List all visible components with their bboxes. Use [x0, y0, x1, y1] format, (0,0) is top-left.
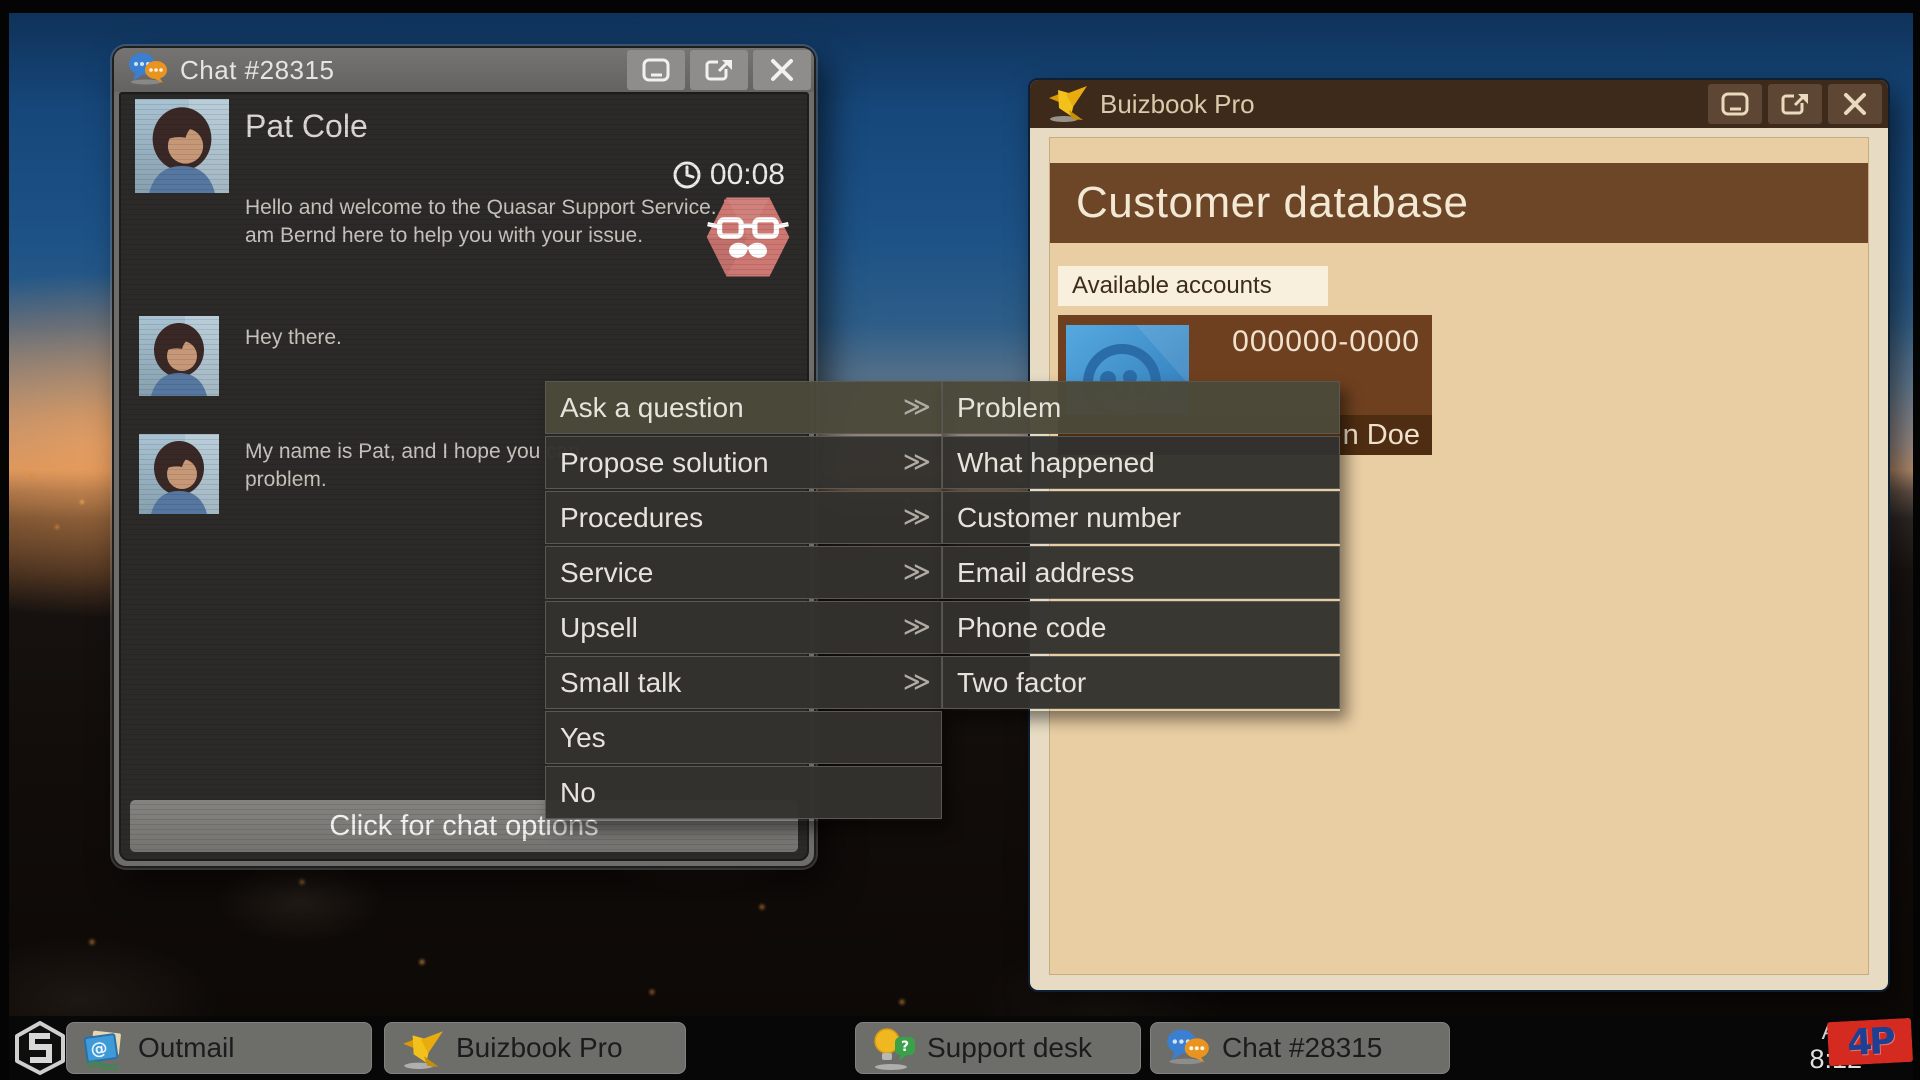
minimize-button[interactable]: [1708, 84, 1762, 124]
submenu-chevron-icon: ≫: [902, 665, 931, 696]
chat-timer: 00:08: [672, 158, 785, 192]
menu-item-service[interactable]: Service ≫: [545, 546, 942, 599]
submenu-item-email-address[interactable]: Email address: [942, 546, 1340, 599]
available-accounts-label: Available accounts: [1058, 266, 1328, 306]
submenu-item-phone-code[interactable]: Phone code: [942, 601, 1340, 654]
taskbar-item-outmail[interactable]: @ Outmail: [66, 1022, 372, 1074]
desktop: Buizbook Pro Customer database Available…: [0, 0, 1920, 1080]
submenu-item-two-factor[interactable]: Two factor: [942, 656, 1340, 709]
start-logo[interactable]: [14, 1021, 66, 1075]
contact-name: Pat Cole: [245, 108, 368, 144]
close-button[interactable]: [753, 50, 811, 90]
agent-message: Hello and welcome to the Quasar Support …: [245, 196, 729, 248]
watermark-logo: 4P: [1826, 1017, 1914, 1067]
customer-avatar: [139, 434, 219, 514]
customer-avatar: [135, 99, 229, 193]
customer-avatar: [139, 316, 219, 396]
submenu-chevron-icon: ≫: [902, 610, 931, 641]
taskbar-item-chat[interactable]: Chat #28315: [1150, 1022, 1450, 1074]
submenu-item-what-happened[interactable]: What happened: [942, 436, 1340, 489]
chat-bubbles-icon: [128, 51, 168, 90]
submenu-chevron-icon: ≫: [902, 445, 931, 476]
taskbar: @ Outmail Buizbook Pro ? Support desk Ch…: [0, 1016, 1920, 1080]
menu-item-ask-a-question[interactable]: Ask a question ≫: [545, 381, 942, 434]
customer-database-header: Customer database: [1050, 163, 1868, 243]
close-button[interactable]: [1828, 84, 1882, 124]
minimize-button[interactable]: [627, 50, 685, 90]
chat-bubbles-icon: [1166, 1026, 1210, 1070]
svg-text:@: @: [89, 1038, 109, 1060]
bird-icon: [400, 1026, 444, 1070]
submenu-item-customer-number[interactable]: Customer number: [942, 491, 1340, 544]
menu-item-propose-solution[interactable]: Propose solution ≫: [545, 436, 942, 489]
clock-icon: [673, 161, 701, 189]
ask-a-question-submenu: Problem What happened Customer number Em…: [942, 381, 1340, 711]
buizbook-window-title: Buizbook Pro: [1100, 88, 1255, 119]
menu-item-procedures[interactable]: Procedures ≫: [545, 491, 942, 544]
buizbook-titlebar[interactable]: Buizbook Pro: [1030, 80, 1888, 128]
svg-text:?: ?: [901, 1039, 909, 1055]
town-lights-decor: [0, 0, 4, 4]
customer-message: Hey there.: [245, 326, 342, 349]
chat-options-menu: Ask a question ≫ Propose solution ≫ Proc…: [545, 381, 942, 821]
account-number: 000000-0000: [1232, 325, 1420, 358]
submenu-chevron-icon: ≫: [902, 555, 931, 586]
timer-value: 00:08: [709, 158, 785, 191]
taskbar-item-support-desk[interactable]: ? Support desk: [855, 1022, 1141, 1074]
chat-titlebar[interactable]: Chat #28315: [114, 48, 814, 92]
popout-button[interactable]: [1768, 84, 1822, 124]
submenu-item-problem[interactable]: Problem: [942, 381, 1340, 434]
chat-window-title: Chat #28315: [180, 54, 335, 85]
menu-item-yes[interactable]: Yes: [545, 711, 942, 764]
submenu-chevron-icon: ≫: [902, 390, 931, 421]
bird-icon: [1046, 82, 1088, 127]
mail-icon: @: [82, 1026, 126, 1070]
taskbar-item-buizbook-pro[interactable]: Buizbook Pro: [384, 1022, 686, 1074]
submenu-chevron-icon: ≫: [902, 500, 931, 531]
page-title: Customer database: [1076, 178, 1469, 227]
menu-item-no[interactable]: No: [545, 766, 942, 819]
menu-item-small-talk[interactable]: Small talk ≫: [545, 656, 942, 709]
lightbulb-icon: ?: [871, 1026, 915, 1070]
agent-avatar: [705, 194, 791, 280]
menu-item-upsell[interactable]: Upsell ≫: [545, 601, 942, 654]
popout-button[interactable]: [690, 50, 748, 90]
